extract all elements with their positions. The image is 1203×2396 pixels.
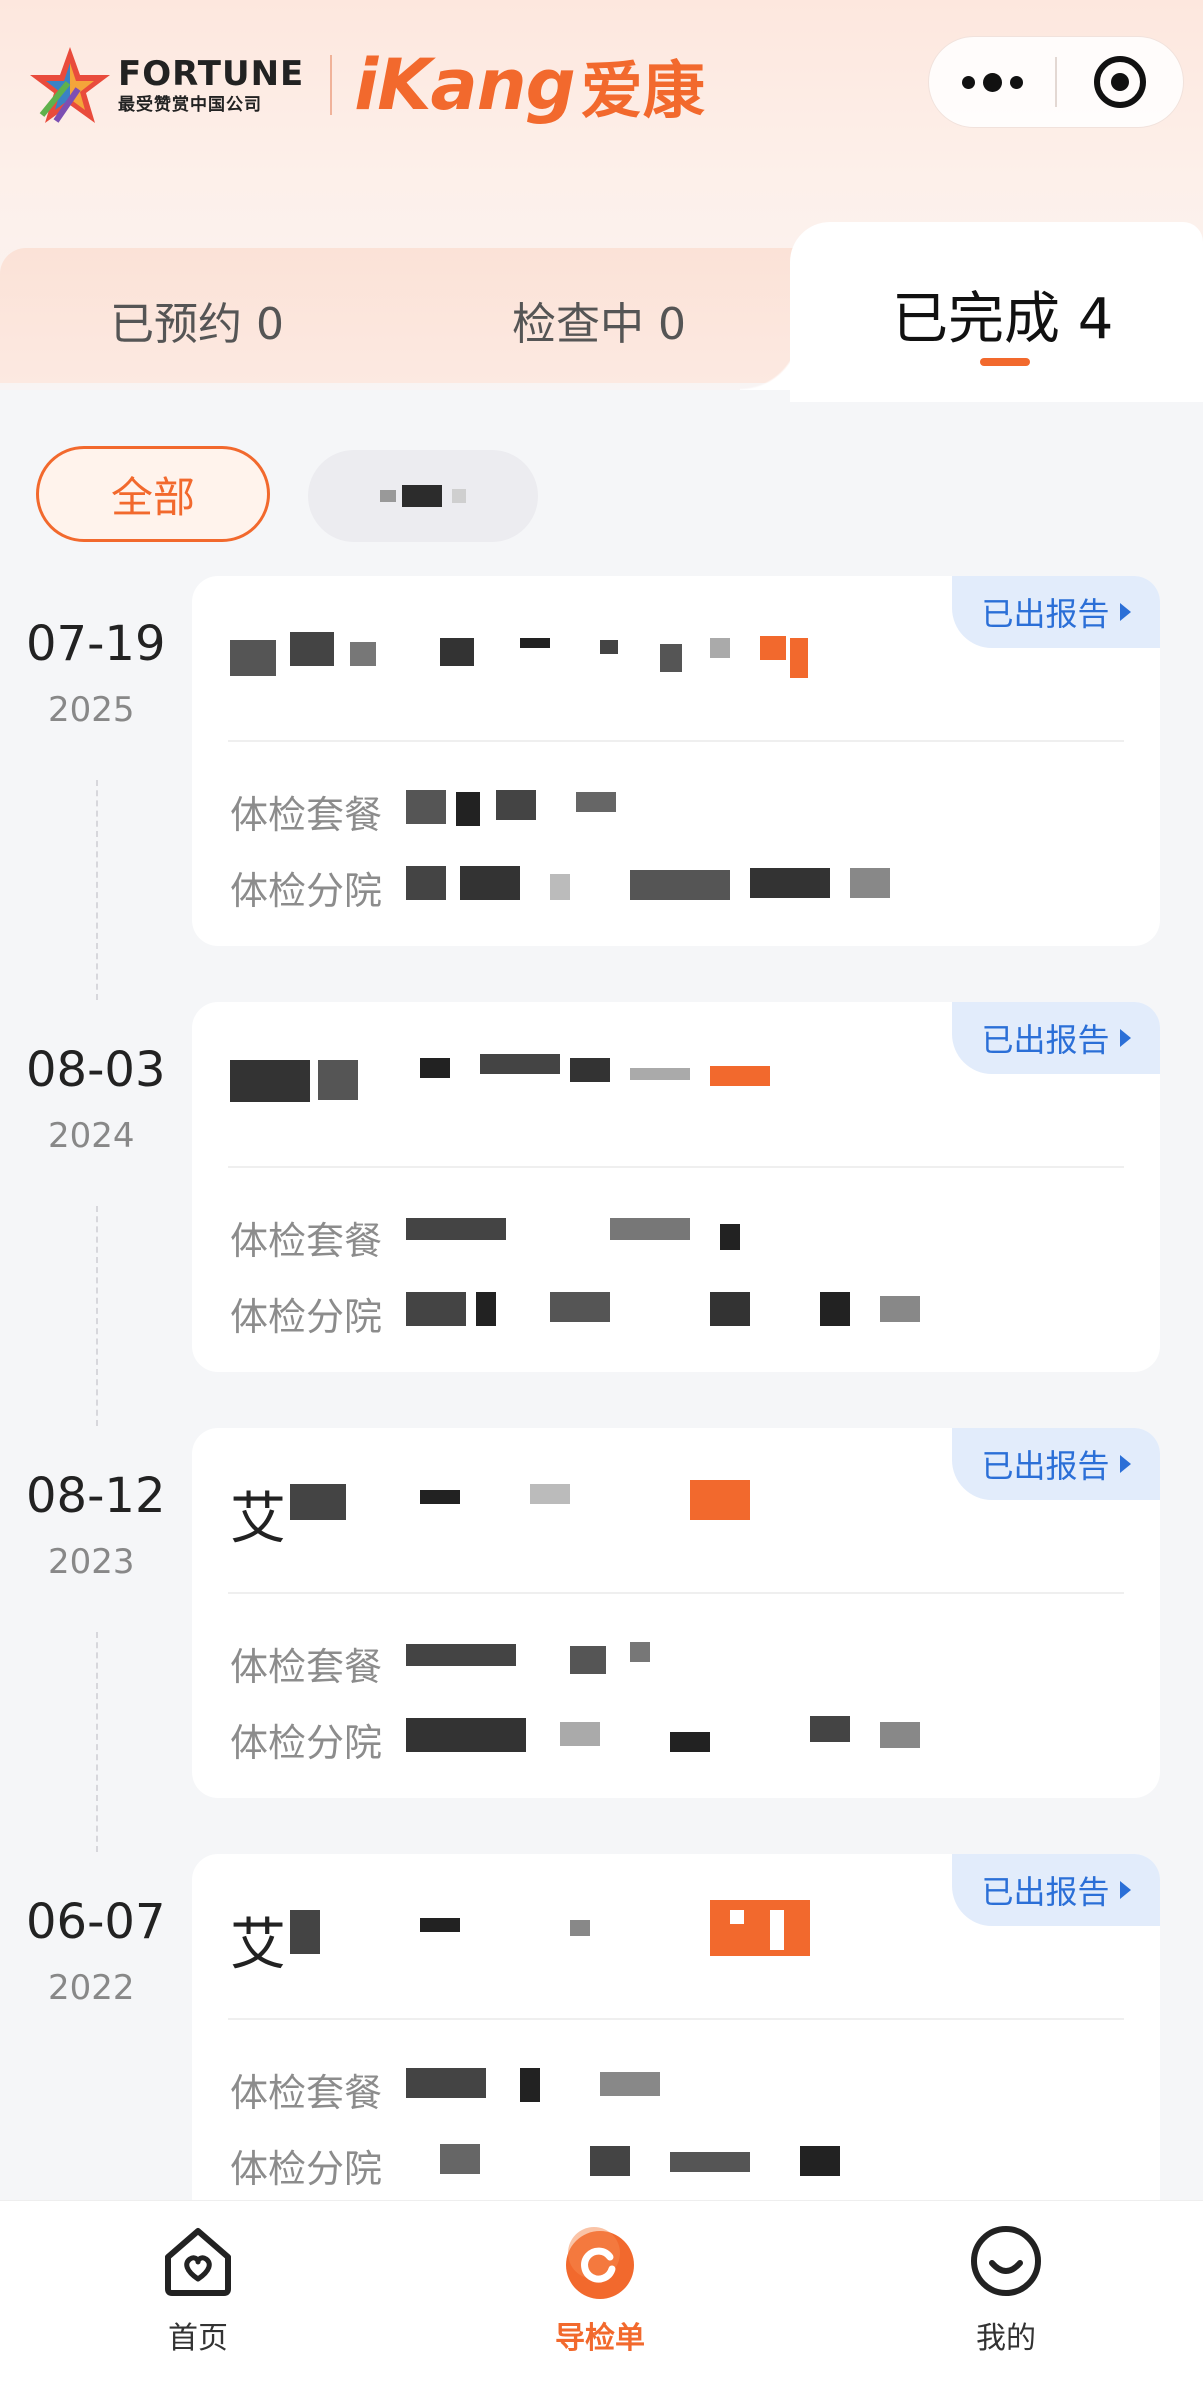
package-label: 体检套餐 xyxy=(230,2071,383,2115)
timeline-line xyxy=(96,1206,98,1426)
card-divider xyxy=(228,1592,1124,1594)
record-date: 07-19 xyxy=(26,616,166,672)
filter-person-chip[interactable] xyxy=(308,450,538,542)
tab-booked[interactable]: 已预约 0 xyxy=(110,288,284,352)
report-status-label: 已出报告 xyxy=(981,1021,1110,1059)
filter-all-label: 全部 xyxy=(110,472,195,522)
card-divider xyxy=(228,2018,1124,2020)
record-date: 06-07 xyxy=(26,1894,166,1950)
record-year: 2022 xyxy=(48,1968,135,2008)
report-status-badge[interactable]: 已出报告 xyxy=(952,576,1160,648)
active-tab-curve xyxy=(740,330,800,390)
miniprogram-close-icon[interactable] xyxy=(1057,37,1183,127)
nav-home-label: 首页 xyxy=(168,2321,228,2356)
package-label: 体检套餐 xyxy=(230,1219,383,1263)
fortune-word: FORTUNE xyxy=(118,53,305,94)
package-label: 体检套餐 xyxy=(230,793,383,837)
home-heart-icon xyxy=(165,2228,231,2296)
nav-guide-label: 导检单 xyxy=(555,2321,645,2356)
record-title: 艾 xyxy=(230,1900,930,1978)
card-divider xyxy=(228,740,1124,742)
record-title-prefix: 艾 xyxy=(230,1913,286,1978)
record-card[interactable]: 艾 已出报告 体检套餐 体检分院 xyxy=(192,576,1160,946)
record-title: 艾 xyxy=(230,622,930,678)
record-card[interactable]: 艾 已出报告 体检套餐 体检分院 xyxy=(192,1002,1160,1372)
package-row: 体检套餐 xyxy=(230,1636,650,1691)
timeline-line xyxy=(96,780,98,1000)
record-date: 08-03 xyxy=(26,1042,166,1098)
branch-label: 体检分院 xyxy=(230,869,383,913)
report-status-badge[interactable]: 已出报告 xyxy=(952,1428,1160,1500)
fortune-subtitle: 最受赞赏中国公司 xyxy=(118,94,262,115)
record-title: 艾 xyxy=(230,1474,930,1552)
package-row: 体检套餐 xyxy=(230,2062,660,2117)
record-title-prefix: 艾 xyxy=(230,1487,286,1552)
filter-all-chip[interactable]: 全部 xyxy=(36,446,270,542)
tab-in-progress[interactable]: 检查中 0 xyxy=(512,288,686,352)
ikang-wordmark: iKang xyxy=(354,44,575,126)
branch-label: 体检分院 xyxy=(230,1295,383,1339)
branch-label: 体检分院 xyxy=(230,2147,383,2191)
brand-logo: FORTUNE 最受赞赏中国公司 iKang 爱康 xyxy=(28,40,705,130)
branch-row: 体检分院 xyxy=(230,1712,920,1767)
miniprogram-capsule xyxy=(928,36,1184,128)
fortune-star-icon xyxy=(30,47,110,123)
package-row: 体检套餐 xyxy=(230,1210,740,1265)
profile-smile-icon xyxy=(971,2226,1041,2296)
record-year: 2025 xyxy=(48,690,135,730)
package-row: 体检套餐 xyxy=(230,784,616,839)
tab-completed[interactable]: 已完成 4 xyxy=(892,274,1113,355)
branch-row: 体检分院 xyxy=(230,1286,920,1341)
branch-row: 体检分院 xyxy=(230,2138,840,2193)
caret-right-icon xyxy=(1119,1881,1131,1899)
card-divider xyxy=(228,1166,1124,1168)
record-card[interactable]: 艾 已出报告 体检套餐 体检分院 xyxy=(192,1854,1160,2224)
nav-profile-label: 我的 xyxy=(976,2321,1036,2356)
nav-profile[interactable]: 我的 xyxy=(886,2201,1126,2396)
record-year: 2024 xyxy=(48,1116,135,1156)
nav-guide-sheet[interactable]: 导检单 xyxy=(480,2201,720,2396)
caret-right-icon xyxy=(1119,1455,1131,1473)
more-dots-icon[interactable] xyxy=(929,37,1055,127)
report-status-label: 已出报告 xyxy=(981,1447,1110,1485)
logo-divider xyxy=(330,55,333,115)
fortune-text: FORTUNE 最受赞赏中国公司 xyxy=(118,57,304,114)
branch-row: 体检分院 xyxy=(230,860,890,915)
record-title: 艾 xyxy=(230,1048,930,1102)
ikang-chinese-wordmark: 爱康 xyxy=(580,54,705,127)
bottom-tab-bar: 首页 导检单 我的 xyxy=(0,2200,1203,2396)
record-date: 08-12 xyxy=(26,1468,166,1524)
package-label: 体检套餐 xyxy=(230,1645,383,1689)
report-status-badge[interactable]: 已出报告 xyxy=(952,1854,1160,1926)
caret-right-icon xyxy=(1119,603,1131,621)
guide-sheet-icon xyxy=(566,2227,634,2299)
record-year: 2023 xyxy=(48,1542,135,1582)
caret-right-icon xyxy=(1119,1029,1131,1047)
record-card[interactable]: 艾 已出报告 体检套餐 体检分院 xyxy=(192,1428,1160,1798)
report-status-label: 已出报告 xyxy=(981,1873,1110,1911)
timeline-line xyxy=(96,1632,98,1852)
report-status-label: 已出报告 xyxy=(981,595,1110,633)
branch-label: 体检分院 xyxy=(230,1721,383,1765)
report-status-badge[interactable]: 已出报告 xyxy=(952,1002,1160,1074)
nav-home[interactable]: 首页 xyxy=(78,2201,318,2396)
active-tab-indicator xyxy=(980,358,1030,366)
